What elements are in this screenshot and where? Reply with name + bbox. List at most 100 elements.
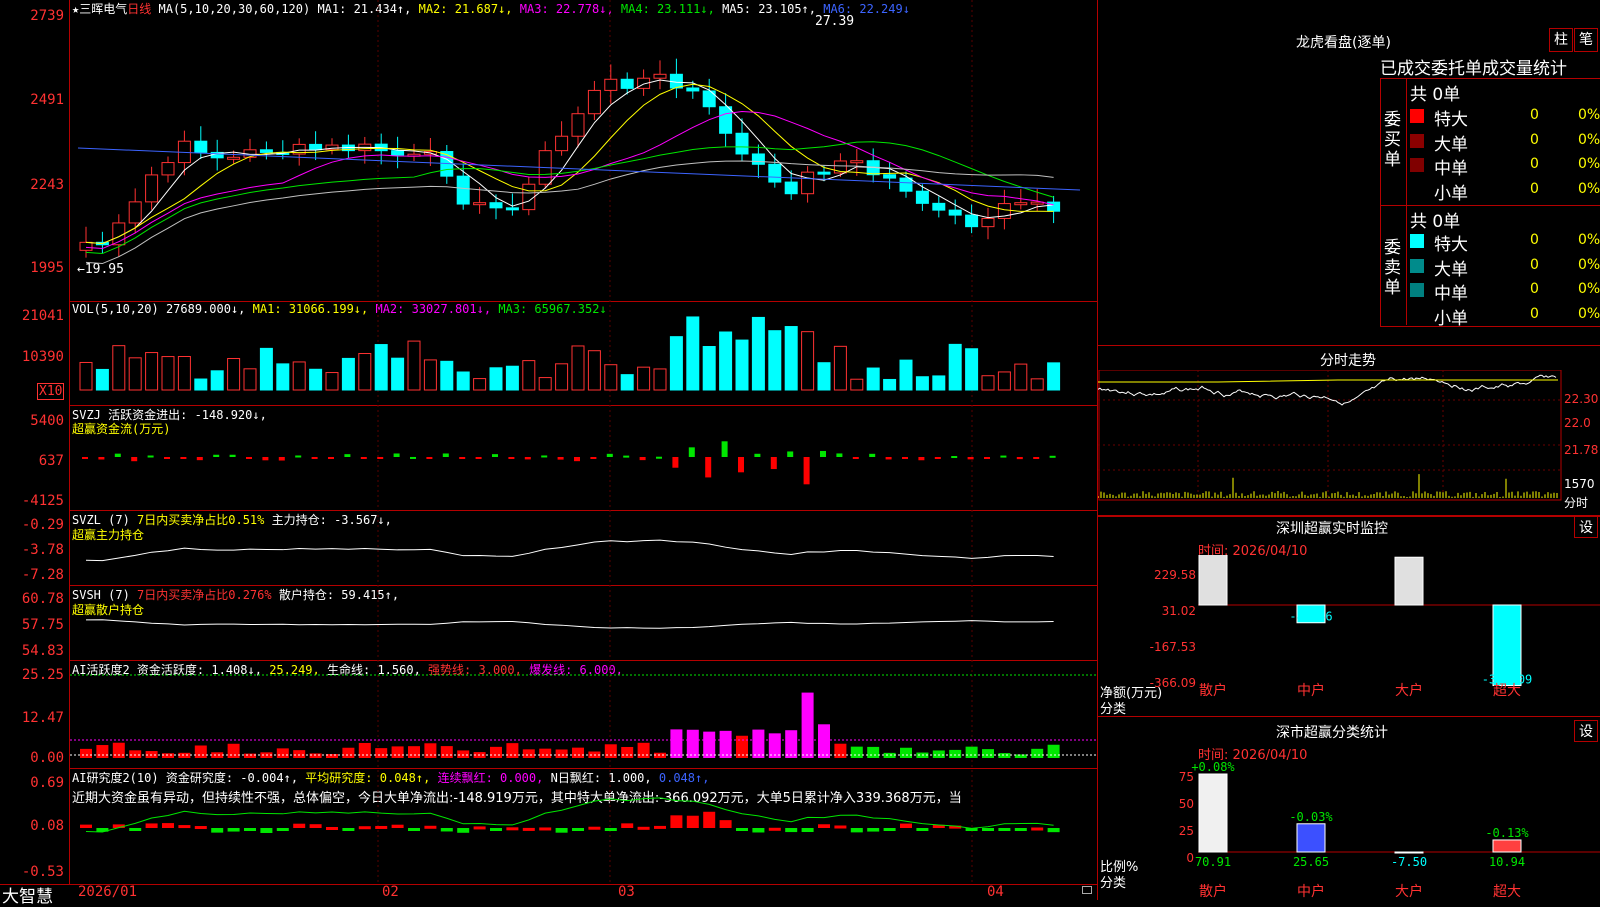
fund-flow-bar (1000, 455, 1007, 458)
fenshi-unit: 分时 (1564, 496, 1589, 510)
fund-flow-bar (196, 457, 203, 461)
fund-flow-bar (869, 453, 876, 457)
volume-bar (833, 345, 847, 391)
volume-bar (686, 316, 700, 391)
fund-flow-bar (360, 457, 367, 459)
bar-value-label: -7.50 (1391, 855, 1427, 869)
activity-bar (965, 746, 978, 758)
volume-bar (653, 368, 667, 391)
category-bar (1296, 823, 1326, 853)
fund-flow-bar (754, 453, 761, 457)
lhb-row-label: 中单 (1434, 284, 1468, 304)
ma2-line (85, 83, 1054, 245)
activity-bar (621, 746, 634, 758)
category-bar (1198, 773, 1228, 853)
fund-flow-bar (492, 454, 498, 457)
volume-bar (587, 350, 601, 391)
lhb-row: 特大 0 0% (1410, 105, 1600, 130)
candle-body (571, 113, 585, 137)
fund-flow-bar (524, 457, 531, 460)
category-bar (1492, 839, 1522, 853)
fund-flow-bar (721, 441, 728, 457)
sz-class-settings[interactable]: 设 (1574, 720, 1598, 742)
research-bar (752, 828, 765, 833)
color-swatch (1410, 258, 1424, 273)
candle-body (194, 140, 208, 153)
fenshi-axis-1: 22.0 (1564, 416, 1591, 430)
candle-body (784, 181, 798, 195)
sell-side-label: 委卖单 (1384, 238, 1401, 298)
fund-flow-bar (951, 456, 958, 459)
volume-bar (965, 348, 979, 391)
buy-side-label: 委买单 (1384, 110, 1401, 170)
candle-body (735, 132, 749, 155)
candle-body (653, 73, 667, 79)
research-bar (276, 828, 289, 831)
research-bar (293, 823, 306, 828)
fund-flow-bar (459, 457, 466, 459)
volume-bar (768, 330, 782, 391)
activity-bar (1014, 754, 1027, 758)
fund-flow-bar (557, 457, 564, 460)
volume-bar (79, 361, 93, 391)
candle-body (669, 73, 683, 89)
lhb-row-count: 0 (1530, 232, 1539, 248)
activity-bar (539, 748, 552, 758)
lhb-tab[interactable]: 已成交委托单成交量统计 (1380, 54, 1567, 79)
fund-flow-bar (246, 457, 252, 459)
kline-chart-canvas[interactable] (0, 0, 1098, 884)
fund-flow-bar (672, 457, 679, 468)
lhb-btn-bar[interactable]: 柱 (1549, 28, 1573, 52)
activity-bar (178, 752, 191, 758)
candle-body (505, 207, 519, 211)
activity-bar (129, 750, 142, 758)
fenshi-axis-0: 22.30 (1564, 392, 1599, 406)
research-bar (342, 828, 355, 831)
research-bar (490, 828, 502, 831)
volume-bar (243, 368, 257, 391)
lhb-row-percent: 0% (1578, 180, 1600, 197)
fenshi-chart[interactable] (1098, 370, 1562, 510)
lhb-row-count: 0 (1530, 281, 1539, 297)
sz-monitor-settings[interactable]: 设 (1574, 516, 1598, 538)
fund-flow-bar (705, 457, 712, 478)
category-label: 大户 (1395, 883, 1423, 900)
research-bar (539, 827, 552, 831)
bar-pct-label: +0.08% (1191, 760, 1235, 774)
fund-flow-bar (475, 457, 482, 459)
volume-bar (391, 357, 405, 391)
volume-bar (669, 336, 683, 391)
lhb-row: 中单 0 0% (1410, 154, 1600, 179)
fund-flow-bar (213, 454, 220, 457)
fund-flow-bar (393, 453, 400, 457)
volume-bar (620, 374, 634, 391)
fund-flow-bar (311, 457, 318, 459)
activity-bar (244, 753, 256, 758)
candle-body (145, 174, 159, 203)
candle-body (915, 190, 929, 204)
activity-bar (506, 743, 519, 758)
candle-body (555, 135, 569, 152)
research-bar (768, 827, 781, 831)
lhb-btn-tick[interactable]: 笔 (1574, 28, 1598, 52)
research-bar (900, 823, 912, 828)
candle-body (587, 89, 601, 115)
volume-bar (915, 376, 929, 391)
volume-bar (276, 363, 290, 391)
ma6-line (77, 147, 1081, 191)
xaxis-label-2: 03 (618, 884, 635, 900)
volume-bar (456, 371, 470, 391)
candle-body (768, 163, 782, 183)
volume-bar (128, 357, 142, 391)
chart-area[interactable]: ★三晖电气日线 MA(5,10,20,30,60,120) MA1: 21.43… (0, 0, 1098, 907)
candle-body (456, 175, 470, 205)
research-bar (604, 828, 617, 831)
lhb-row: 大单 0 0% (1410, 255, 1600, 280)
fund-flow-bar (1033, 457, 1040, 459)
lock-icon[interactable] (1082, 886, 1092, 894)
buy-total: 共 0单 (1410, 85, 1461, 105)
fund-flow-bar (131, 457, 138, 462)
activity-bar (982, 749, 994, 758)
research-bar (703, 811, 716, 828)
fund-flow-bar (902, 457, 908, 459)
